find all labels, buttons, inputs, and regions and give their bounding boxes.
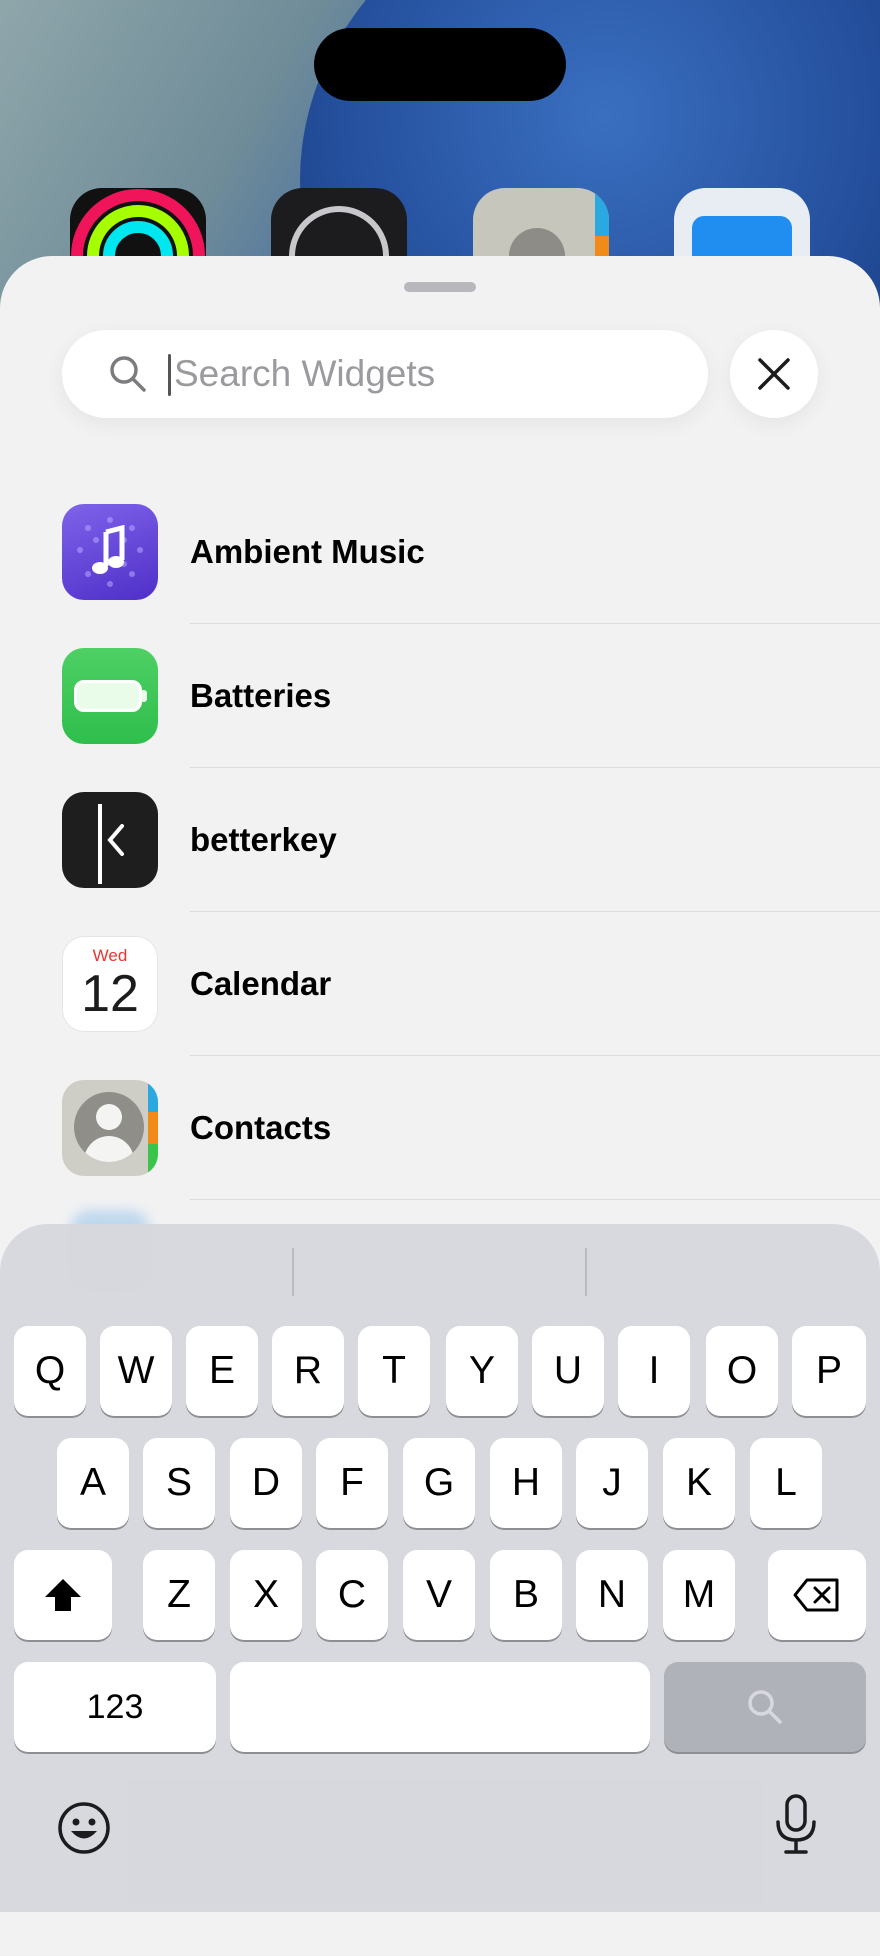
key-r[interactable]: R	[272, 1326, 344, 1416]
key-u[interactable]: U	[532, 1326, 604, 1416]
key-label: H	[511, 1461, 541, 1504]
key-l[interactable]: L	[750, 1438, 822, 1528]
calendar-icon-day: Wed	[92, 946, 128, 965]
key-label: T	[382, 1349, 406, 1392]
keyboard: Q W E R T Y U I O P A S D F G H J K L Z …	[0, 1224, 880, 1912]
key-label: X	[252, 1573, 279, 1616]
key-label: W	[117, 1349, 155, 1392]
calendar-icon-date: 12	[81, 965, 139, 1023]
shift-icon	[45, 1579, 81, 1611]
app-row-contacts[interactable]: Contacts	[0, 1056, 880, 1200]
key-label: J	[602, 1461, 622, 1504]
key-s[interactable]: S	[143, 1438, 215, 1528]
key-p[interactable]: P	[792, 1326, 866, 1416]
key-label: C	[337, 1573, 367, 1616]
key-label: M	[682, 1573, 716, 1616]
app-name: Batteries	[190, 677, 332, 714]
key-label: D	[251, 1461, 281, 1504]
search-placeholder: Search Widgets	[174, 353, 436, 394]
close-icon	[758, 358, 790, 390]
key-label: A	[79, 1461, 106, 1504]
key-g[interactable]: G	[403, 1438, 475, 1528]
key-z[interactable]: Z	[143, 1550, 215, 1640]
key-x[interactable]: X	[230, 1550, 302, 1640]
key-label: 123	[86, 1687, 144, 1726]
key-label: B	[512, 1573, 539, 1616]
key-h[interactable]: H	[490, 1438, 562, 1528]
app-name: Ambient Music	[190, 533, 425, 570]
key-label: E	[208, 1349, 235, 1392]
numbers-key[interactable]: 123	[14, 1662, 216, 1752]
sheet-grabber[interactable]	[404, 282, 476, 292]
key-t[interactable]: T	[358, 1326, 430, 1416]
key-label: L	[775, 1461, 797, 1504]
key-y[interactable]: Y	[446, 1326, 518, 1416]
app-row-calendar[interactable]: Wed 12 Calendar	[0, 912, 880, 1056]
app-row-ambient-music[interactable]: Ambient Music	[0, 480, 880, 624]
key-label: N	[597, 1573, 627, 1616]
ambient-music-icon	[62, 504, 158, 600]
shift-key[interactable]	[14, 1550, 112, 1640]
app-name: Contacts	[190, 1109, 332, 1146]
contacts-icon	[62, 1080, 158, 1176]
key-e[interactable]: E	[186, 1326, 258, 1416]
key-label: V	[425, 1573, 452, 1616]
key-a[interactable]: A	[57, 1438, 129, 1528]
key-label: F	[340, 1461, 364, 1504]
emoji-icon[interactable]	[56, 1800, 112, 1856]
search-widgets-field[interactable]: Search Widgets	[62, 330, 708, 418]
microphone-icon[interactable]	[768, 1792, 824, 1856]
calendar-icon: Wed 12	[62, 936, 158, 1032]
key-label: U	[553, 1349, 583, 1392]
dynamic-island	[314, 28, 566, 101]
space-key[interactable]	[230, 1662, 650, 1752]
key-k[interactable]: K	[663, 1438, 735, 1528]
key-c[interactable]: C	[316, 1550, 388, 1640]
key-label: Z	[167, 1573, 191, 1616]
betterkey-icon	[62, 792, 158, 888]
app-name: betterkey	[190, 821, 337, 858]
key-label: I	[648, 1349, 660, 1392]
app-name: Calendar	[190, 965, 332, 1002]
key-label: S	[165, 1461, 192, 1504]
key-q[interactable]: Q	[14, 1326, 86, 1416]
key-label: R	[293, 1349, 323, 1392]
batteries-icon	[62, 648, 158, 744]
key-n[interactable]: N	[576, 1550, 648, 1640]
key-f[interactable]: F	[316, 1438, 388, 1528]
search-icon	[748, 1690, 782, 1724]
key-w[interactable]: W	[100, 1326, 172, 1416]
suggestion-divider	[585, 1248, 587, 1296]
key-b[interactable]: B	[490, 1550, 562, 1640]
key-m[interactable]: M	[663, 1550, 735, 1640]
key-j[interactable]: J	[576, 1438, 648, 1528]
suggestion-divider	[292, 1248, 294, 1296]
search-icon	[110, 356, 146, 392]
app-row-betterkey[interactable]: betterkey	[0, 768, 880, 912]
close-button[interactable]	[730, 330, 818, 418]
text-cursor	[168, 354, 171, 396]
row-separator	[190, 1199, 880, 1200]
delete-icon	[793, 1578, 839, 1612]
key-o[interactable]: O	[706, 1326, 778, 1416]
app-row-batteries[interactable]: Batteries	[0, 624, 880, 768]
key-label: K	[685, 1461, 712, 1504]
key-i[interactable]: I	[618, 1326, 690, 1416]
key-label: P	[815, 1349, 842, 1392]
key-v[interactable]: V	[403, 1550, 475, 1640]
key-label: G	[423, 1461, 455, 1504]
key-d[interactable]: D	[230, 1438, 302, 1528]
key-label: O	[726, 1349, 758, 1392]
key-label: Y	[468, 1349, 495, 1392]
key-label: Q	[34, 1349, 66, 1392]
search-key[interactable]	[664, 1662, 866, 1752]
delete-key[interactable]	[768, 1550, 866, 1640]
